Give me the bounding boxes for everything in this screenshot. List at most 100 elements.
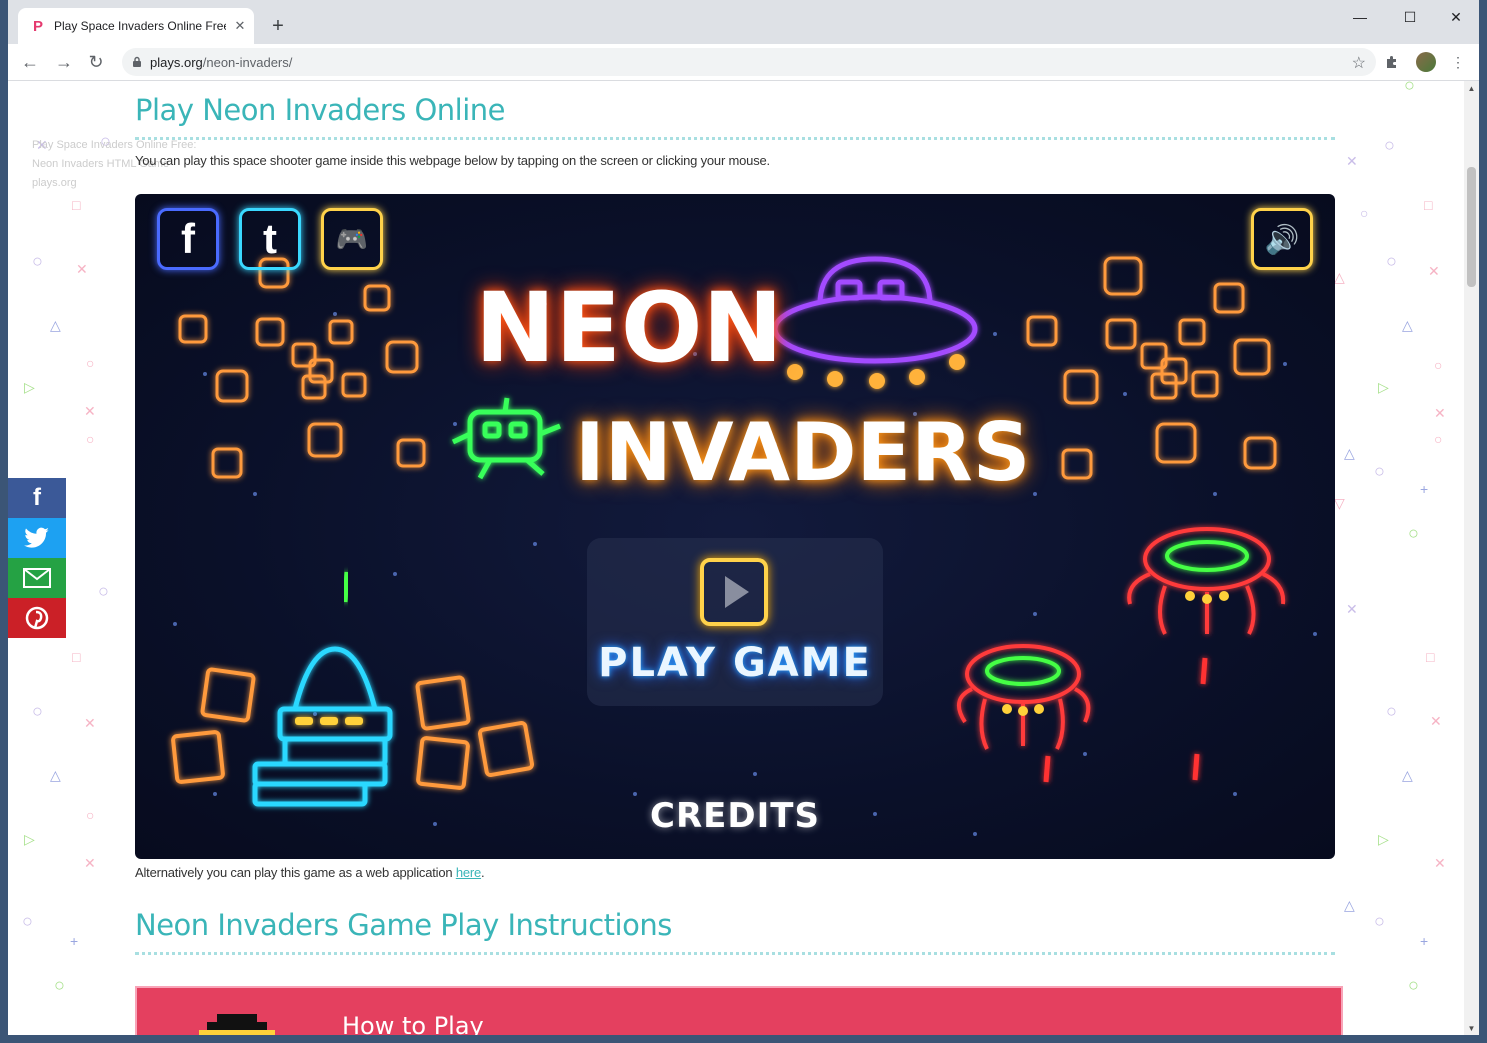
url-path: /neon-invaders/ — [202, 54, 293, 70]
x-shape-icon: ✕ — [84, 715, 96, 731]
credits-button[interactable]: CREDITS — [595, 796, 875, 836]
triangle-shape-icon: ▷ — [1378, 379, 1389, 395]
profile-avatar[interactable] — [1416, 52, 1436, 72]
alt-text-after: . — [481, 865, 485, 880]
lock-icon — [130, 56, 144, 68]
square-shape-icon: □ — [1426, 649, 1435, 665]
extensions-puzzle-icon[interactable] — [1382, 52, 1402, 72]
circle-shape-icon: ○ — [32, 701, 43, 721]
x-shape-icon: ✕ — [1434, 405, 1446, 421]
how-to-play-title: How to Play — [342, 1012, 484, 1035]
address-bar[interactable]: plays.org/neon-invaders/ ☆ — [122, 48, 1376, 76]
x-shape-icon: ✕ — [1428, 263, 1440, 279]
tab-strip: P Play Space Invaders Online Free: ✕ + —… — [8, 0, 1479, 44]
pinterest-icon — [25, 606, 49, 630]
tab-title: Play Space Invaders Online Free: — [54, 19, 226, 33]
game-facebook-button[interactable]: f — [157, 208, 219, 270]
plus-shape-icon: + — [1420, 481, 1429, 497]
square-shape-icon: □ — [72, 649, 81, 665]
here-link[interactable]: here — [456, 865, 481, 880]
circle-shape-icon: ○ — [32, 251, 43, 271]
x-shape-icon: ✕ — [1346, 153, 1358, 169]
url-text: plays.org/neon-invaders/ — [150, 55, 292, 70]
circle-shape-icon: ○ — [1360, 205, 1369, 221]
game-canvas[interactable]: f t 🎮 🔊 NEON INVADERS PLAY GAME CREDITS — [135, 194, 1335, 859]
how-to-play-card: How to Play — [135, 986, 1343, 1035]
play-icon[interactable] — [700, 558, 768, 626]
page-scrollbar[interactable]: ▲ ▼ — [1464, 81, 1479, 1035]
sound-icon[interactable]: 🔊 — [1251, 208, 1313, 270]
triangle-shape-icon: △ — [50, 317, 61, 333]
title-invaders: INVADERS — [575, 406, 1031, 499]
maximize-button[interactable]: ☐ — [1388, 6, 1432, 28]
x-shape-icon: ✕ — [1346, 601, 1358, 617]
menu-kebab-icon[interactable]: ⋮ — [1448, 52, 1468, 72]
play-game-button[interactable]: PLAY GAME — [575, 640, 895, 686]
x-shape-icon: ✕ — [1434, 855, 1446, 871]
intro-text: You can play this space shooter game ins… — [135, 153, 770, 168]
triangle-shape-icon: ▷ — [24, 379, 35, 395]
scroll-up-arrow-icon[interactable]: ▲ — [1464, 81, 1479, 95]
plus-shape-icon: + — [1420, 933, 1429, 949]
minimize-button[interactable]: — — [1338, 6, 1382, 28]
triangle-shape-icon: △ — [1334, 269, 1345, 285]
close-window-button[interactable]: ✕ — [1434, 6, 1478, 28]
plays-favicon-icon: P — [32, 17, 43, 35]
x-shape-icon: ✕ — [84, 403, 96, 419]
circle-shape-icon: ○ — [22, 911, 33, 931]
page-content: ✕ ○ □ ○ ✕ △ ○ ▷ ✕ ○ ○ □ ○ ✕ △ ○ ▷ ✕ ○ + … — [8, 81, 1464, 1035]
back-arrow-icon[interactable]: ← — [18, 50, 42, 74]
circle-shape-icon: ○ — [1374, 461, 1385, 481]
circle-shape-icon: ○ — [1404, 81, 1415, 95]
scroll-thumb[interactable] — [1467, 167, 1476, 287]
circle-shape-icon: ○ — [54, 975, 65, 995]
circle-shape-icon: ○ — [86, 355, 95, 371]
square-shape-icon: □ — [1424, 197, 1433, 213]
x-shape-icon: ✕ — [84, 855, 96, 871]
circle-shape-icon: ○ — [1374, 911, 1385, 931]
circle-shape-icon: ○ — [86, 431, 95, 447]
game-twitter-button[interactable]: t — [239, 208, 301, 270]
alt-text-before: Alternatively you can play this game as … — [135, 865, 456, 880]
share-pinterest-button[interactable] — [8, 598, 66, 638]
forward-arrow-icon[interactable]: → — [52, 50, 76, 74]
page-title: Play Neon Invaders Online — [135, 93, 505, 127]
close-tab-icon[interactable]: ✕ — [232, 18, 248, 34]
circle-shape-icon: ○ — [1408, 975, 1419, 995]
email-icon — [23, 568, 51, 588]
browser-tab[interactable]: P Play Space Invaders Online Free: ✕ — [18, 8, 254, 44]
triangle-shape-icon: ▷ — [24, 831, 35, 847]
scroll-down-arrow-icon[interactable]: ▼ — [1464, 1021, 1479, 1035]
instructions-heading: Neon Invaders Game Play Instructions — [135, 908, 672, 942]
triangle-shape-icon: ▽ — [1334, 495, 1345, 511]
gamepad-icon[interactable]: 🎮 — [321, 208, 383, 270]
share-facebook-button[interactable]: f — [8, 478, 66, 518]
triangle-shape-icon: △ — [1402, 317, 1413, 333]
triangle-shape-icon: △ — [1402, 767, 1413, 783]
dotted-divider — [135, 952, 1335, 955]
x-shape-icon: ✕ — [1430, 713, 1442, 729]
bookmark-star-icon[interactable]: ☆ — [1352, 53, 1366, 73]
alt-text: Alternatively you can play this game as … — [135, 865, 485, 880]
ghost-line: plays.org — [32, 177, 77, 189]
new-tab-button[interactable]: + — [266, 14, 290, 38]
circle-shape-icon: ○ — [86, 807, 95, 823]
share-twitter-button[interactable] — [8, 518, 66, 558]
square-shape-icon: □ — [72, 197, 81, 213]
dotted-divider — [135, 137, 1335, 140]
circle-shape-icon: ○ — [1386, 251, 1397, 271]
reload-icon[interactable]: ↻ — [84, 50, 108, 74]
circle-shape-icon: ○ — [1386, 701, 1397, 721]
share-email-button[interactable] — [8, 558, 66, 598]
circle-shape-icon: ○ — [1408, 523, 1419, 543]
circle-shape-icon: ○ — [98, 581, 109, 601]
browser-toolbar: ← → ↻ plays.org/neon-invaders/ ☆ ⋮ — [8, 44, 1479, 81]
twitter-icon — [24, 527, 49, 548]
circle-shape-icon: ○ — [1384, 135, 1395, 155]
plus-shape-icon: + — [70, 933, 79, 949]
triangle-shape-icon: △ — [1344, 445, 1355, 461]
circle-shape-icon: ○ — [1434, 357, 1443, 373]
facebook-icon: f — [33, 484, 41, 511]
triangle-shape-icon: ▷ — [1378, 831, 1389, 847]
x-shape-icon: ✕ — [76, 261, 88, 277]
